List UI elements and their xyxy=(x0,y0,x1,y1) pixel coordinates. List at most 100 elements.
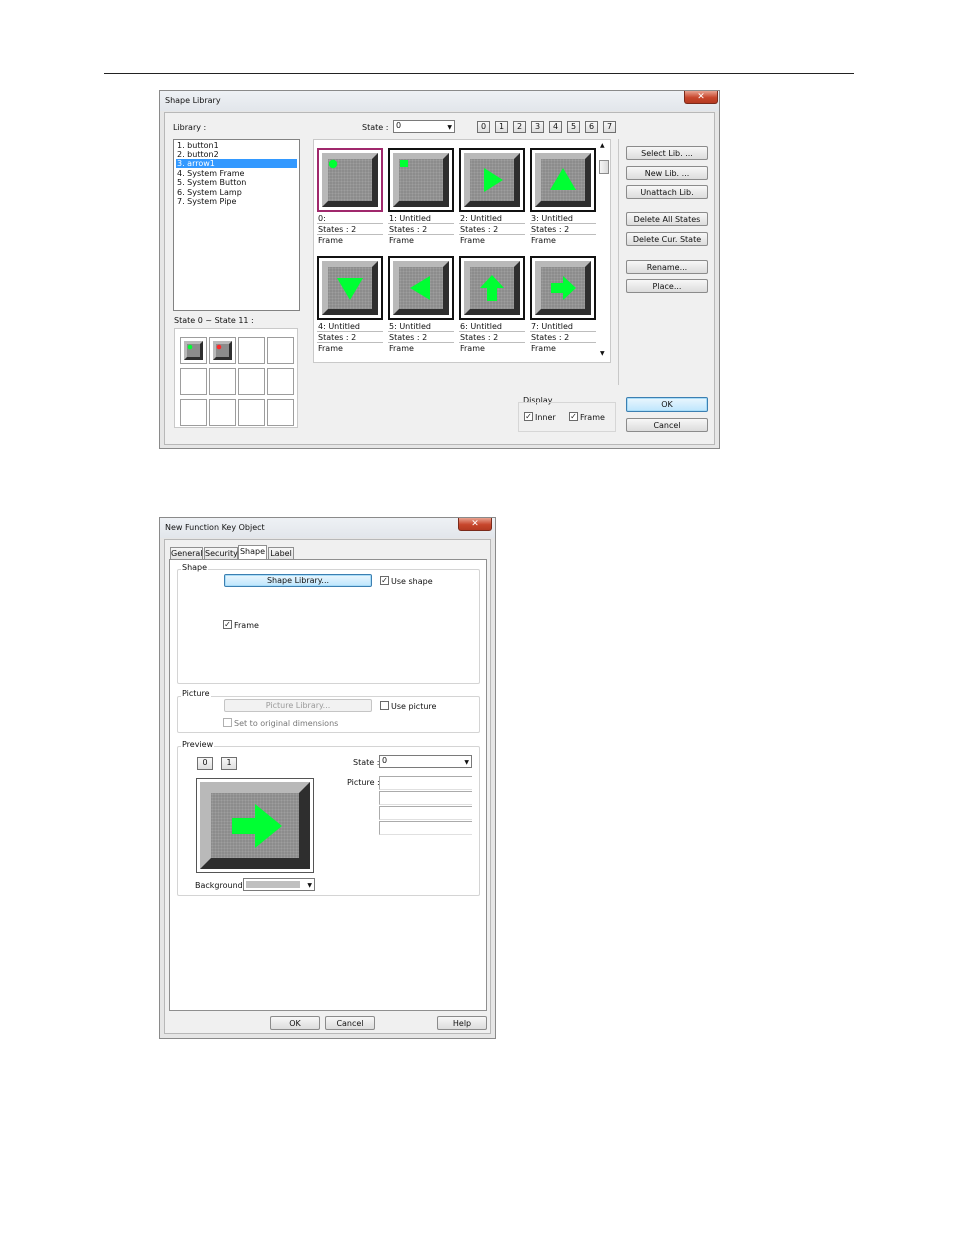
state-box-8[interactable] xyxy=(180,399,207,426)
state-box-6[interactable] xyxy=(238,368,265,395)
unattach-lib-button[interactable]: Unattach Lib. xyxy=(626,185,708,199)
background-color-select[interactable]: ▼ xyxy=(243,878,315,891)
shape-cell-3[interactable]: 3: Untitled States : 2 Frame xyxy=(530,148,596,252)
preview-image xyxy=(196,778,314,873)
state-button-4[interactable]: 4 xyxy=(549,121,562,133)
tab-general[interactable]: General xyxy=(170,547,203,559)
state-box-3[interactable] xyxy=(267,337,294,364)
frame-label: Frame xyxy=(580,413,605,422)
state-box-10[interactable] xyxy=(238,399,265,426)
arrow-right-block-icon xyxy=(232,804,282,848)
preview-state-select[interactable]: 0 ▼ xyxy=(379,755,472,768)
frame-checkbox[interactable]: ✓ xyxy=(223,620,232,629)
state-button-7[interactable]: 7 xyxy=(603,121,616,133)
state-box-11[interactable] xyxy=(267,399,294,426)
select-lib-button[interactable]: Select Lib. ... xyxy=(626,146,708,160)
close-button[interactable]: ✕ xyxy=(684,91,718,104)
state-box-0[interactable] xyxy=(180,337,207,364)
divider xyxy=(618,139,619,385)
cancel-button[interactable]: Cancel xyxy=(325,1016,375,1030)
shape-cell-4[interactable]: 4: Untitled States : 2 Frame xyxy=(317,256,383,360)
state-button-2[interactable]: 2 xyxy=(513,121,526,133)
state-box-5[interactable] xyxy=(209,368,236,395)
state-button-5[interactable]: 5 xyxy=(567,121,580,133)
use-picture-checkbox[interactable] xyxy=(380,701,389,710)
picture-label: Picture : xyxy=(347,778,380,787)
set-original-checkbox[interactable] xyxy=(223,718,232,727)
shape-library-window: Shape Library ✕ Library : State : 0 ▼ 0 … xyxy=(159,90,720,449)
chevron-down-icon[interactable]: ▼ xyxy=(600,350,605,357)
shape-cell-1[interactable]: 1: Untitled States : 2 Frame xyxy=(388,148,454,252)
state-box-4[interactable] xyxy=(180,368,207,395)
shape-states: States : 2 xyxy=(317,224,383,235)
state-button-0[interactable]: 0 xyxy=(477,121,490,133)
library-list[interactable]: 1. button1 2. button2 3. arrow1 4. Syste… xyxy=(173,139,300,311)
scroll-thumb[interactable] xyxy=(599,160,609,174)
library-item-arrow1[interactable]: 3. arrow1 xyxy=(176,159,297,168)
tab-label[interactable]: Label xyxy=(268,547,294,559)
state-label: State : xyxy=(362,123,389,132)
arrow-right-block-icon xyxy=(551,276,576,300)
picture-field-3 xyxy=(379,806,472,820)
tab-security[interactable]: Security xyxy=(204,547,238,559)
library-item-button1[interactable]: 1. button1 xyxy=(176,141,297,150)
shape-name: 2: Untitled xyxy=(459,213,525,224)
library-item-system-lamp[interactable]: 6. System Lamp xyxy=(176,188,297,197)
shape-states: States : 2 xyxy=(388,332,454,343)
states-grid xyxy=(174,328,298,428)
shape-name: 7: Untitled xyxy=(530,321,596,332)
library-item-system-frame[interactable]: 4. System Frame xyxy=(176,169,297,178)
shape-cell-0[interactable]: 0: States : 2 Frame xyxy=(317,148,383,252)
tab-shape[interactable]: Shape xyxy=(238,545,267,559)
chevron-up-icon[interactable]: ▲ xyxy=(600,142,605,149)
delete-cur-state-button[interactable]: Delete Cur. State xyxy=(626,232,708,246)
inner-checkbox[interactable]: ✓ xyxy=(524,412,533,421)
use-shape-checkbox[interactable]: ✓ xyxy=(380,576,389,585)
preview-state-button-0[interactable]: 0 xyxy=(197,757,213,770)
shape-states: States : 2 xyxy=(530,332,596,343)
state-button-1[interactable]: 1 xyxy=(495,121,508,133)
ok-button[interactable]: OK xyxy=(626,397,708,412)
shape-name: 6: Untitled xyxy=(459,321,525,332)
shape-states: States : 2 xyxy=(459,332,525,343)
new-lib-button[interactable]: New Lib. ... xyxy=(626,166,708,180)
library-item-system-pipe[interactable]: 7. System Pipe xyxy=(176,197,297,206)
delete-all-states-button[interactable]: Delete All States xyxy=(626,212,708,226)
use-picture-label: Use picture xyxy=(391,702,437,711)
shape-cell-5[interactable]: 5: Untitled States : 2 Frame xyxy=(388,256,454,360)
close-button[interactable]: ✕ xyxy=(458,518,492,531)
shape-cell-7[interactable]: 7: Untitled States : 2 Frame xyxy=(530,256,596,360)
arrow-up-triangle-icon xyxy=(550,168,576,190)
state-button-3[interactable]: 3 xyxy=(531,121,544,133)
rename-button[interactable]: Rename... xyxy=(626,260,708,274)
frame-checkbox[interactable]: ✓ xyxy=(569,412,578,421)
dot-icon xyxy=(187,344,193,350)
place-button[interactable]: Place... xyxy=(626,279,708,293)
shape-library-button[interactable]: Shape Library... xyxy=(224,574,372,587)
library-label: Library : xyxy=(173,123,207,132)
picture-field-4 xyxy=(379,821,472,835)
shape-cell-2[interactable]: 2: Untitled States : 2 Frame xyxy=(459,148,525,252)
inner-label: Inner xyxy=(535,413,556,422)
arrow-left-triangle-icon xyxy=(410,276,430,300)
help-button[interactable]: Help xyxy=(437,1016,487,1030)
state-box-1[interactable] xyxy=(209,337,236,364)
state-box-9[interactable] xyxy=(209,399,236,426)
shape-grid-scrollbar[interactable]: ▲ ▼ xyxy=(598,142,610,360)
state-box-7[interactable] xyxy=(267,368,294,395)
picture-library-button[interactable]: Picture Library... xyxy=(224,699,372,712)
library-item-button2[interactable]: 2. button2 xyxy=(176,150,297,159)
shape-frame: Frame xyxy=(389,344,414,353)
picture-field-1 xyxy=(379,776,472,790)
preview-state-button-1[interactable]: 1 xyxy=(221,757,237,770)
shape-name: 0: xyxy=(317,213,383,224)
state-select[interactable]: 0 ▼ xyxy=(393,120,455,133)
state-button-6[interactable]: 6 xyxy=(585,121,598,133)
state-box-2[interactable] xyxy=(238,337,265,364)
library-item-system-button[interactable]: 5. System Button xyxy=(176,178,297,187)
shape-cell-6[interactable]: 6: Untitled States : 2 Frame xyxy=(459,256,525,360)
preview-state-label: State : xyxy=(353,758,380,767)
background-label: Background : xyxy=(195,881,248,890)
cancel-button[interactable]: Cancel xyxy=(626,418,708,432)
ok-button[interactable]: OK xyxy=(270,1016,320,1030)
